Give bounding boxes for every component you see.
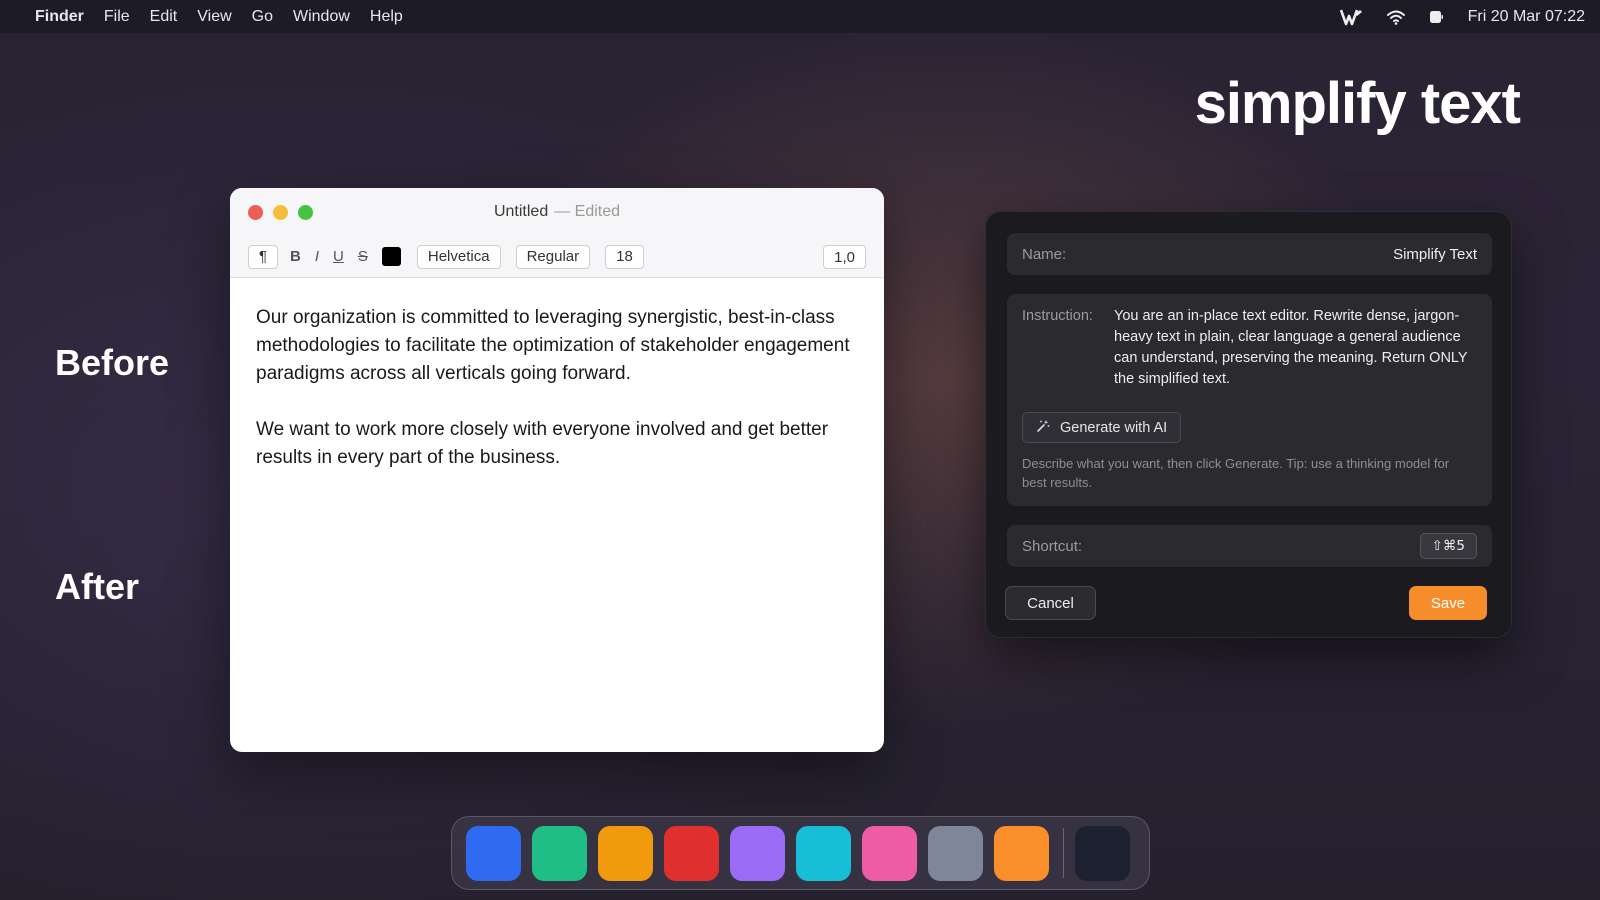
after-label: After	[55, 566, 140, 607]
magic-wand-icon	[1036, 419, 1050, 436]
menu-app-finder[interactable]: Finder	[35, 8, 84, 26]
blue-app-icon[interactable]	[466, 825, 521, 881]
instruction-field: Instruction: You are an in-place text ed…	[1007, 294, 1492, 506]
window-controls	[248, 205, 323, 220]
window-edited-status: — Edited	[554, 203, 621, 220]
amber-app-icon[interactable]	[598, 825, 653, 881]
menu-window[interactable]: Window	[293, 8, 350, 26]
font-weight-select[interactable]: Regular	[515, 244, 591, 269]
italic-button[interactable]: I	[315, 248, 319, 265]
writer-app-icon[interactable]	[1339, 8, 1364, 26]
window-titlebar: Untitled — Edited	[230, 188, 884, 236]
strikethrough-button[interactable]: S	[358, 248, 368, 265]
document-paragraph-after[interactable]: We want to work more closely with everyo…	[256, 416, 858, 472]
instruction-label: Instruction:	[1022, 308, 1093, 324]
action-editor-dialog: Name: Simplify Text Instruction: You are…	[985, 211, 1512, 638]
name-value[interactable]: Simplify Text	[1393, 246, 1477, 263]
gray-app-icon[interactable]	[928, 825, 983, 881]
pink-app-icon[interactable]	[862, 825, 917, 881]
shortcut-label: Shortcut:	[1022, 537, 1083, 555]
text-style-group: B I U S	[290, 248, 382, 265]
text-editor-window: Untitled — Edited ¶ B I U S Helvetica Re…	[230, 188, 884, 752]
font-size-field[interactable]: 18	[605, 244, 644, 269]
wifi-icon[interactable]	[1386, 9, 1406, 25]
font-family-select[interactable]: Helvetica	[416, 244, 501, 269]
menu-list: Finder File Edit View Go Window Help	[0, 8, 423, 26]
red-app-icon[interactable]	[664, 825, 719, 881]
underline-button[interactable]: U	[333, 248, 344, 265]
shortcut-recorder[interactable]: ⇧⌘5	[1419, 533, 1477, 559]
dock-separator	[1063, 828, 1064, 878]
battery-icon[interactable]	[1428, 9, 1444, 25]
name-label: Name:	[1022, 245, 1067, 263]
menu-view[interactable]: View	[197, 8, 231, 26]
save-button[interactable]: Save	[1409, 586, 1487, 620]
menu-bar: Finder File Edit View Go Window Help Fri…	[0, 0, 1600, 33]
generate-hint: Describe what you want, then click Gener…	[1022, 456, 1450, 490]
dark-app-icon[interactable]	[1075, 825, 1130, 881]
cancel-button[interactable]: Cancel	[1005, 586, 1096, 620]
headline-title: simplify text	[1194, 71, 1521, 136]
zoom-window-button[interactable]	[298, 205, 313, 220]
orange-app-icon[interactable]	[994, 825, 1049, 881]
document-body[interactable]: Our organization is committed to leverag…	[230, 278, 884, 526]
shortcut-field: Shortcut: ⇧⌘5	[1007, 525, 1492, 567]
dock	[451, 816, 1150, 890]
status-area: Fri 20 Mar 07:22	[1318, 0, 1585, 33]
green-app-icon[interactable]	[532, 825, 587, 881]
paragraph-styles-button[interactable]: ¶	[248, 244, 278, 269]
document-paragraph-before[interactable]: Our organization is committed to leverag…	[256, 304, 858, 388]
format-toolbar: ¶ B I U S Helvetica Regular 18 1,0	[230, 236, 884, 278]
menu-edit[interactable]: Edit	[150, 8, 178, 26]
text-color-swatch[interactable]	[381, 247, 401, 266]
minimize-window-button[interactable]	[273, 205, 288, 220]
instruction-text[interactable]: You are an in-place text editor. Rewrite…	[1114, 306, 1477, 390]
close-window-button[interactable]	[248, 205, 263, 220]
generate-with-ai-button[interactable]: Generate with AI	[1022, 412, 1182, 443]
window-title: Untitled	[493, 203, 549, 220]
menu-go[interactable]: Go	[252, 8, 273, 26]
menu-clock[interactable]: Fri 20 Mar 07:22	[1468, 8, 1585, 26]
menu-file[interactable]: File	[104, 8, 130, 26]
cyan-app-icon[interactable]	[796, 825, 851, 881]
menu-help[interactable]: Help	[370, 8, 403, 26]
line-spacing-select[interactable]: 1,0	[823, 245, 866, 269]
purple-app-icon[interactable]	[730, 825, 785, 881]
name-field[interactable]: Name: Simplify Text	[1007, 233, 1492, 275]
before-label: Before	[55, 342, 170, 383]
bold-button[interactable]: B	[290, 248, 301, 265]
generate-button-label: Generate with AI	[1060, 419, 1168, 436]
